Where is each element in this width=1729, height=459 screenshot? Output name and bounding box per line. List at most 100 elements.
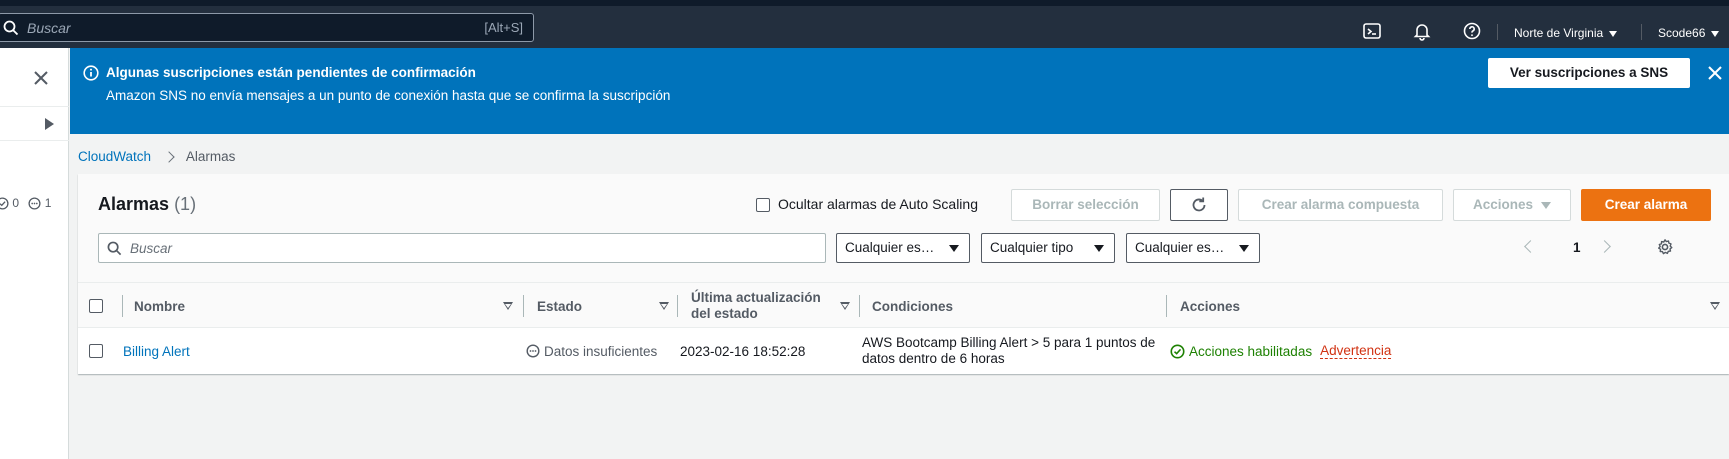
- alarm-counts: 0 1: [0, 196, 51, 210]
- sort-caret-icon[interactable]: [1710, 302, 1720, 310]
- column-header-updated[interactable]: Última actualización del estado: [691, 283, 831, 329]
- info-flashbar: Algunas suscripciones están pendientes d…: [70, 48, 1729, 134]
- hide-autoscaling-toggle[interactable]: Ocultar alarmas de Auto Scaling: [756, 196, 978, 213]
- account-label: Scode66: [1658, 26, 1706, 40]
- alarm-state: Datos insuficientes: [544, 343, 658, 359]
- actions-warning-link[interactable]: Advertencia: [1320, 343, 1392, 359]
- alarm-actions-cell: Acciones habilitadas Advertencia: [1170, 328, 1392, 374]
- nav-separator: [1497, 24, 1498, 40]
- alarms-count: (1): [174, 194, 197, 214]
- flash-message: Amazon SNS no envía mensajes a un punto …: [106, 88, 671, 103]
- alarms-title: Alarmas: [98, 194, 170, 214]
- caret-down-icon: [1711, 30, 1720, 37]
- current-page[interactable]: 1: [1573, 240, 1581, 255]
- breadcrumb: CloudWatch Alarmas: [78, 149, 235, 164]
- alarms-header: Alarmas (1) Ocultar alarmas de Auto Scal…: [78, 174, 1729, 282]
- bell-icon[interactable]: [1412, 21, 1432, 41]
- close-icon[interactable]: [1706, 64, 1724, 82]
- nav-separator: [1641, 24, 1642, 40]
- close-icon[interactable]: [31, 68, 51, 88]
- filter-search-input[interactable]: Buscar: [98, 233, 826, 263]
- select-all-checkbox[interactable]: [89, 299, 103, 313]
- page-title: Alarmas (1): [98, 194, 196, 215]
- alarm-updated-cell: 2023-02-16 18:52:28: [680, 328, 805, 374]
- search-icon: [107, 241, 122, 256]
- column-header-conditions[interactable]: Condiciones: [872, 283, 953, 329]
- column-header-name[interactable]: Nombre: [134, 283, 185, 329]
- state-filter-select[interactable]: Cualquier es…: [836, 233, 970, 263]
- column-header-state[interactable]: Estado: [537, 283, 582, 329]
- type-filter-select[interactable]: Cualquier tipo: [981, 233, 1115, 263]
- insufficient-status-icon: [28, 197, 41, 210]
- search-shortcut: [Alt+S]: [484, 20, 523, 35]
- column-separator: [677, 295, 678, 317]
- expand-arrow-icon[interactable]: [45, 118, 54, 130]
- help-icon[interactable]: [1462, 21, 1482, 41]
- ok-status-icon: [0, 197, 9, 210]
- caret-down-icon: [1239, 245, 1249, 252]
- alarm-updated: 2023-02-16 18:52:28: [680, 343, 806, 359]
- caret-down-icon: [1094, 245, 1104, 252]
- chevron-right-icon: [163, 151, 175, 163]
- cloudshell-icon[interactable]: [1362, 21, 1382, 41]
- refresh-icon: [1192, 197, 1206, 212]
- hide-autoscaling-label: Ocultar alarmas de Auto Scaling: [778, 196, 978, 212]
- insufficient-count: 1: [44, 196, 52, 210]
- clear-selection-button[interactable]: Borrar selección: [1011, 189, 1160, 221]
- caret-down-icon: [1541, 201, 1552, 209]
- global-search-input[interactable]: Buscar [Alt+S]: [0, 13, 534, 42]
- region-selector[interactable]: Norte de Virginia: [1514, 26, 1618, 40]
- state-filter-value: Cualquier es…: [845, 240, 935, 255]
- column-separator: [1166, 295, 1167, 317]
- search-icon: [3, 20, 19, 36]
- column-separator: [122, 295, 123, 317]
- flash-title: Algunas suscripciones están pendientes d…: [106, 65, 476, 80]
- alarm-name-link[interactable]: Billing Alert: [123, 344, 190, 359]
- alarm-conditions-cell: AWS Bootcamp Billing Alert > 5 para 1 pu…: [862, 328, 1162, 374]
- type-filter-value: Cualquier tipo: [990, 240, 1074, 255]
- next-page-icon[interactable]: [1598, 240, 1611, 253]
- region-label: Norte de Virginia: [1514, 26, 1604, 40]
- hide-autoscaling-checkbox[interactable]: [756, 198, 770, 213]
- alarm-state-cell: Datos insuficientes: [526, 328, 657, 374]
- status-filter-select[interactable]: Cualquier es…: [1126, 233, 1260, 263]
- sort-caret-icon[interactable]: [659, 302, 669, 310]
- success-check-icon: [1170, 343, 1185, 359]
- divider: [0, 106, 69, 107]
- sort-caret-icon[interactable]: [840, 302, 850, 310]
- sort-caret-icon[interactable]: [503, 302, 513, 310]
- create-composite-alarm-button[interactable]: Crear alarma compuesta: [1238, 189, 1443, 221]
- search-placeholder: Buscar: [27, 20, 71, 36]
- insufficient-data-icon: [526, 344, 540, 358]
- alarms-table-container: Alarmas (1) Ocultar alarmas de Auto Scal…: [78, 174, 1729, 374]
- column-separator: [523, 295, 524, 317]
- side-panel: 0 1: [0, 48, 69, 459]
- view-sns-subscriptions-button[interactable]: Ver suscripciones a SNS: [1488, 58, 1690, 88]
- filter-placeholder: Buscar: [130, 241, 173, 256]
- breadcrumb-current: Alarmas: [185, 149, 236, 164]
- refresh-button[interactable]: [1170, 189, 1228, 221]
- row-select-cell: [89, 328, 103, 374]
- alarm-conditions: AWS Bootcamp Billing Alert > 5 para 1 pu…: [862, 335, 1156, 366]
- info-icon: [83, 65, 99, 81]
- actions-dropdown[interactable]: Acciones: [1453, 189, 1571, 221]
- create-alarm-button[interactable]: Crear alarma: [1581, 189, 1711, 221]
- actions-enabled: Acciones habilitadas: [1189, 343, 1313, 359]
- row-checkbox[interactable]: [89, 344, 103, 358]
- column-separator: [859, 295, 860, 317]
- status-filter-value: Cualquier es…: [1135, 240, 1225, 255]
- caret-down-icon: [949, 245, 959, 252]
- caret-down-icon: [1609, 30, 1618, 37]
- top-navigation: Buscar [Alt+S] Norte de Virginia Scode66: [0, 0, 1729, 48]
- divider: [0, 140, 69, 141]
- column-header-actions[interactable]: Acciones: [1180, 283, 1240, 329]
- table-header: Nombre Estado Última actualización del e…: [78, 282, 1729, 328]
- breadcrumb-cloudwatch[interactable]: CloudWatch: [78, 149, 151, 164]
- actions-label: Acciones: [1472, 197, 1534, 212]
- table-row: Billing Alert Datos insuficientes 2023-0…: [78, 328, 1729, 374]
- alarm-name-cell: Billing Alert: [123, 328, 190, 374]
- ok-count: 0: [12, 196, 20, 210]
- previous-page-icon[interactable]: [1524, 240, 1537, 253]
- gear-icon[interactable]: [1656, 238, 1674, 256]
- account-menu[interactable]: Scode66: [1658, 26, 1720, 40]
